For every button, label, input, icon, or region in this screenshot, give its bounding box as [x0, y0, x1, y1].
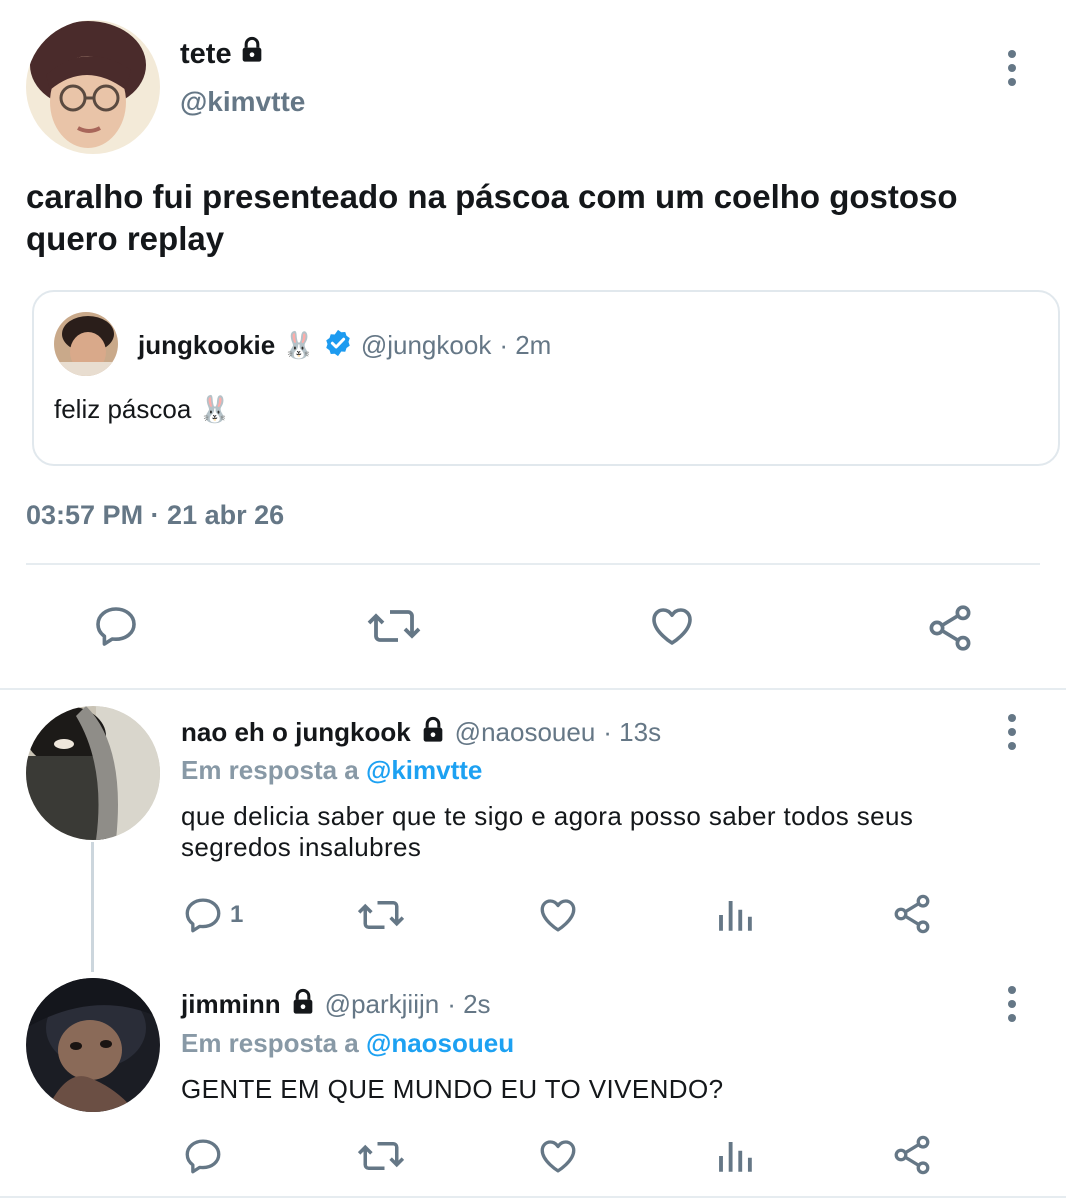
share-button[interactable]	[890, 892, 934, 936]
tweet-text: caralho fui presenteado na páscoa com um…	[26, 178, 958, 257]
reply-text: GENTE EM QUE MUNDO EU TO VIVENDO?	[181, 1074, 724, 1104]
quote-text: feliz páscoa 🐰	[54, 394, 231, 424]
analytics-button[interactable]	[714, 1135, 756, 1177]
retweet-icon	[356, 1135, 406, 1177]
quote-author-name[interactable]: jungkookie 🐰	[138, 330, 315, 361]
share-icon	[890, 892, 934, 936]
share-button[interactable]	[890, 1133, 934, 1177]
reply-icon	[92, 602, 140, 650]
like-button[interactable]	[536, 1135, 580, 1177]
reply-author-handle[interactable]: @naosoueu	[455, 717, 596, 748]
more-options-icon[interactable]	[1006, 986, 1018, 1022]
reply-button[interactable]	[92, 602, 140, 650]
verified-badge-icon	[323, 328, 353, 363]
reply-prefix: Em resposta a	[181, 755, 359, 785]
retweet-button[interactable]	[356, 1135, 406, 1177]
reply-header: jimminn @parkjiijn · 2s	[181, 988, 491, 1021]
quote-author-handle[interactable]: @jungkook	[361, 330, 491, 361]
quote-author-avatar	[54, 312, 118, 376]
reply-author-handle[interactable]: @parkjiijn	[325, 989, 440, 1020]
reply-text-line: segredos insalubres	[181, 832, 422, 862]
reply-icon	[182, 1135, 224, 1177]
reply-time: · 13s	[603, 717, 662, 747]
author-handle[interactable]: @kimvtte	[180, 86, 305, 118]
reply-count: 1	[230, 901, 244, 928]
reply-text-line: que delicia saber que te sigo e agora po…	[181, 801, 914, 831]
like-button[interactable]	[647, 602, 697, 650]
lock-icon	[289, 988, 317, 1021]
like-icon	[647, 602, 697, 650]
reply-button[interactable]: 1	[182, 894, 243, 936]
lock-icon	[419, 716, 447, 749]
share-button[interactable]	[924, 602, 976, 654]
divider	[0, 1196, 1066, 1198]
reply-time: · 2s	[447, 989, 491, 1019]
retweet-button[interactable]	[366, 602, 422, 650]
reply-context: Em resposta a @kimvtte	[181, 755, 482, 786]
author-name[interactable]: tete	[180, 38, 232, 71]
divider	[26, 563, 1040, 565]
lock-icon	[238, 36, 266, 72]
like-icon	[536, 1135, 580, 1177]
tweet-timestamp: 03:57 PM · 21 abr 26	[26, 500, 285, 530]
reply-mention-link[interactable]: @kimvtte	[366, 755, 482, 785]
quote-header: jungkookie 🐰 @jungkook · 2m	[138, 328, 551, 363]
quote-time: · 2m	[499, 330, 552, 360]
reply-author-name[interactable]: nao eh o jungkook	[181, 717, 411, 748]
reply-button[interactable]	[182, 1135, 224, 1177]
retweet-button[interactable]	[356, 894, 406, 936]
author-avatar[interactable]	[26, 20, 160, 154]
retweet-icon	[356, 894, 406, 936]
reply-icon	[182, 894, 224, 936]
analytics-button[interactable]	[714, 894, 756, 936]
analytics-icon	[714, 894, 756, 936]
reply-author-name[interactable]: jimminn	[181, 989, 281, 1020]
more-options-icon[interactable]	[1006, 714, 1018, 750]
reply-author-avatar[interactable]	[26, 978, 160, 1112]
quoted-tweet[interactable]: jungkookie 🐰 @jungkook · 2m feliz páscoa…	[32, 290, 1060, 466]
reply-header: nao eh o jungkook @naosoueu · 13s	[181, 716, 661, 749]
reply-author-avatar[interactable]	[26, 706, 160, 840]
retweet-icon	[366, 602, 422, 650]
like-icon	[536, 894, 580, 936]
divider	[0, 688, 1066, 690]
share-icon	[924, 602, 976, 654]
share-icon	[890, 1133, 934, 1177]
like-button[interactable]	[536, 894, 580, 936]
reply-context: Em resposta a @naosoueu	[181, 1028, 514, 1059]
reply-mention-link[interactable]: @naosoueu	[366, 1028, 514, 1058]
reply-prefix: Em resposta a	[181, 1028, 359, 1058]
reply-text: que delicia saber que te sigo e agora po…	[181, 801, 1041, 863]
thread-connector	[91, 842, 94, 972]
analytics-icon	[714, 1135, 756, 1177]
author-name-row[interactable]: tete	[180, 36, 266, 72]
more-options-icon[interactable]	[1006, 50, 1018, 86]
